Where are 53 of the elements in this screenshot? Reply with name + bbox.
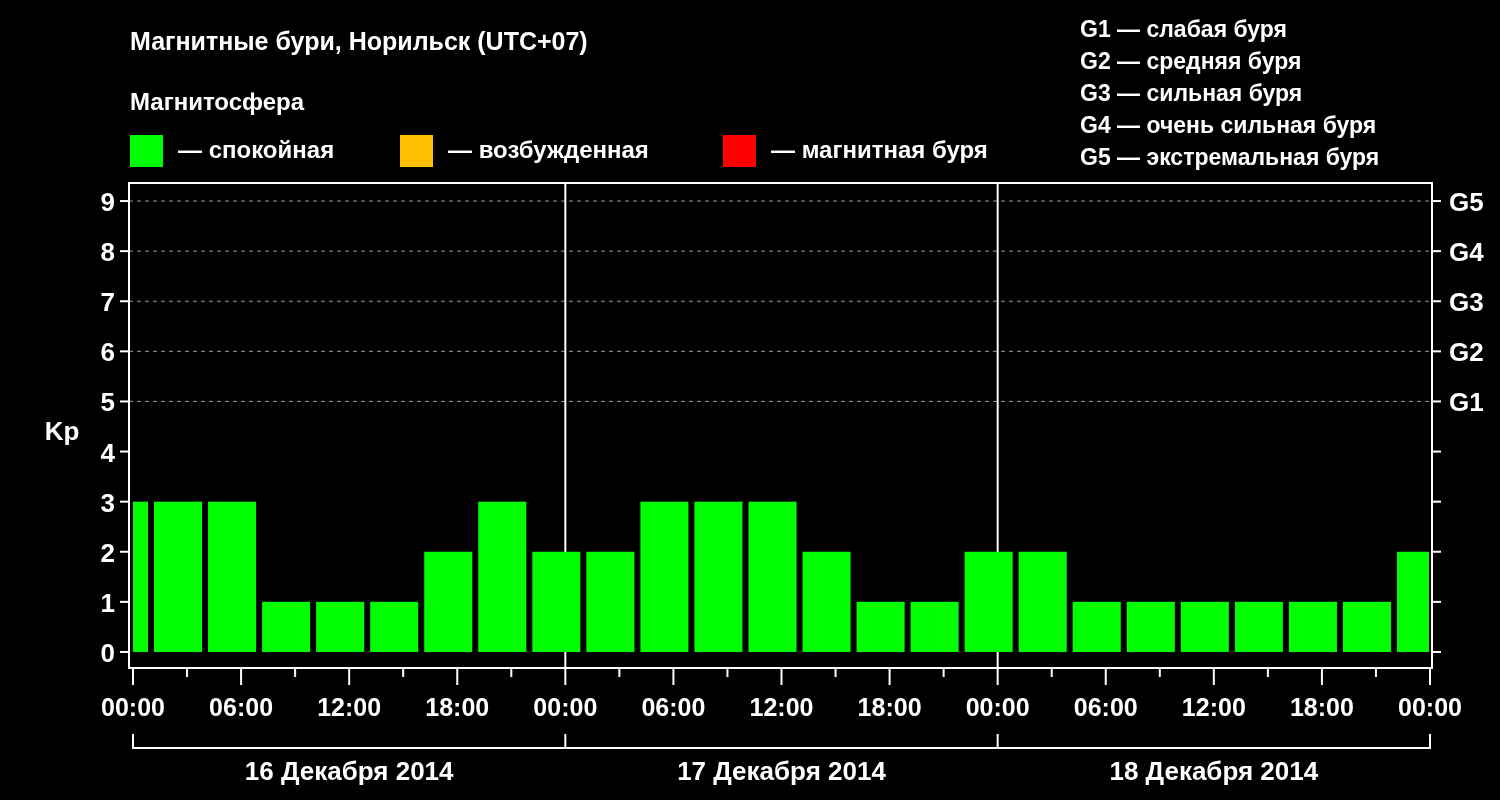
y-tick-label: 2 — [100, 537, 115, 568]
y-tick-label: 3 — [100, 487, 115, 518]
x-tick-label: 00:00 — [101, 693, 165, 721]
bar — [1342, 601, 1391, 652]
y-tick-label: 4 — [100, 437, 115, 468]
legend-label: — спокойная — [178, 136, 335, 163]
x-tick-label: 12:00 — [1181, 693, 1246, 721]
bar — [316, 601, 365, 652]
storm-scale-entry: G1 — слабая буря — [1080, 16, 1288, 42]
legend-title: Магнитосфера — [130, 88, 305, 115]
storm-scale-entry: G2 — средняя буря — [1080, 48, 1302, 74]
bar — [1126, 601, 1175, 652]
storm-scale-entry: G3 — сильная буря — [1080, 80, 1303, 106]
bar — [262, 601, 311, 652]
right-axis-label: G4 — [1449, 237, 1484, 268]
x-tick-label: 00:00 — [533, 693, 598, 721]
bar — [1288, 601, 1337, 652]
x-tick-label: 00:00 — [965, 693, 1030, 721]
x-tick-label: 06:00 — [641, 693, 706, 721]
y-tick-label: 0 — [100, 637, 115, 668]
x-tick-label: 06:00 — [209, 693, 274, 721]
storm-scale-entry: G5 — экстремальная буря — [1080, 144, 1380, 170]
y-tick-label: 1 — [100, 587, 115, 618]
bar — [910, 601, 959, 652]
y-axis-label: Kp — [44, 416, 80, 446]
x-tick-label: 00:00 — [1398, 693, 1462, 721]
bar — [1234, 601, 1283, 652]
bar — [1180, 601, 1229, 652]
y-tick-label: 8 — [100, 237, 115, 268]
right-axis-label: G2 — [1449, 337, 1484, 368]
chart-title: Магнитные бури, Норильск (UTC+07) — [130, 27, 588, 55]
right-axis-label: G5 — [1449, 187, 1484, 218]
x-tick-label: 18:00 — [425, 693, 490, 721]
date-label: 16 Декабря 2014 — [244, 756, 454, 786]
bar — [370, 601, 419, 652]
x-tick-label: 18:00 — [1289, 693, 1354, 721]
y-tick-label: 7 — [100, 287, 115, 318]
x-tick-label: 12:00 — [317, 693, 382, 721]
bar — [856, 601, 905, 652]
legend-label: — возбужденная — [448, 136, 649, 163]
y-tick-label: 5 — [100, 387, 115, 418]
right-axis-label: G1 — [1449, 387, 1484, 418]
x-tick-label: 06:00 — [1073, 693, 1138, 721]
y-tick-label: 6 — [100, 337, 115, 368]
x-tick-label: 18:00 — [857, 693, 922, 721]
date-label: 18 Декабря 2014 — [1109, 756, 1319, 786]
y-tick-label: 9 — [100, 187, 115, 218]
storm-scale-entry: G4 — очень сильная буря — [1080, 112, 1377, 138]
legend-label: — магнитная буря — [771, 136, 988, 163]
right-axis-label: G3 — [1449, 287, 1484, 318]
bar — [1072, 601, 1121, 652]
date-label: 17 Декабря 2014 — [677, 756, 886, 786]
x-tick-label: 12:00 — [749, 693, 814, 721]
